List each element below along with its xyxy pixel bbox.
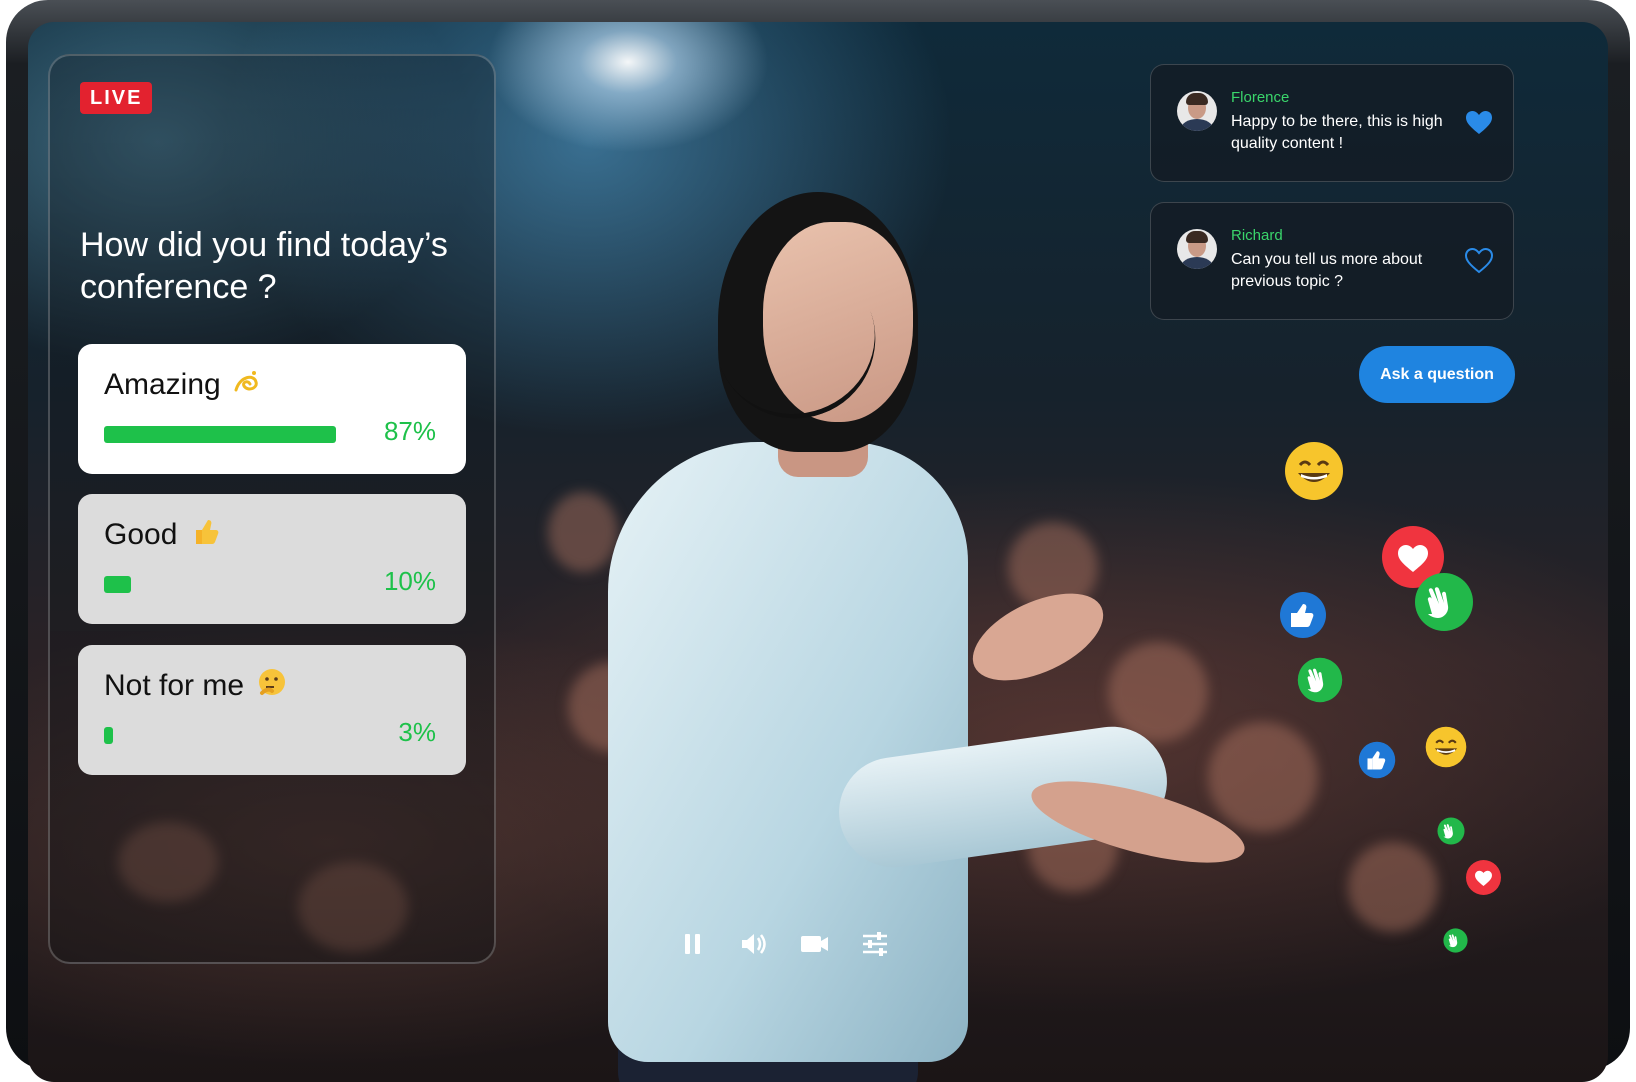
heart-filled-icon[interactable] <box>1465 110 1493 136</box>
poll-option-good[interactable]: Good 10% <box>78 494 466 624</box>
result-bar <box>104 576 131 593</box>
crowd-blur <box>1348 842 1438 932</box>
poll-option-not-for-me[interactable]: Not for me 3% <box>78 645 466 775</box>
thinking-face-icon <box>259 669 285 695</box>
volume-icon[interactable] <box>732 922 776 966</box>
chat-message: Richard Can you tell us more about previ… <box>1150 202 1514 320</box>
thumbs-up-icon <box>1358 741 1396 779</box>
poll-option-amazing[interactable]: Amazing 87% <box>78 344 466 474</box>
clapping-hands-icon <box>1443 928 1468 953</box>
pause-icon[interactable] <box>670 922 714 966</box>
thumbs-up-icon <box>1280 592 1326 638</box>
poll-panel: LIVE How did you find today’s conference… <box>48 54 496 964</box>
poll-question: How did you find today’s conference ? <box>80 226 448 306</box>
percent-label: 87% <box>383 416 436 446</box>
option-label: Amazing <box>104 368 221 401</box>
playback-controls <box>670 922 900 966</box>
result-bar <box>104 426 336 443</box>
live-badge: LIVE <box>80 82 153 114</box>
option-label: Not for me <box>104 669 245 702</box>
clapping-hands-icon <box>1437 817 1465 845</box>
speaker-raised-hand <box>959 575 1117 699</box>
heart-outline-icon[interactable] <box>1465 248 1493 274</box>
percent-label: 3% <box>398 717 436 747</box>
percent-label: 10% <box>383 566 436 596</box>
result-bar <box>104 727 113 744</box>
grinning-face-icon <box>1285 442 1343 500</box>
chat-text: Happy to be there, this is high quality … <box>1231 113 1443 152</box>
option-label: Good <box>104 518 178 551</box>
chat-author: Richard <box>1231 227 1283 244</box>
chat-text: Can you tell us more about previous topi… <box>1231 251 1423 290</box>
ask-question-button[interactable]: Ask a question <box>1359 346 1515 403</box>
clapping-hands-icon <box>1297 657 1343 703</box>
speaker-shirt <box>608 442 968 1062</box>
grinning-face-icon <box>1425 726 1467 768</box>
clapping-hands-icon <box>1415 573 1473 631</box>
settings-sliders-icon[interactable] <box>853 922 897 966</box>
avatar <box>1177 91 1217 131</box>
thumbs-up-icon <box>196 520 219 544</box>
chat-author: Florence <box>1231 89 1290 106</box>
chat-message: Florence Happy to be there, this is high… <box>1150 64 1514 182</box>
avatar <box>1177 229 1217 269</box>
camera-icon[interactable] <box>792 922 836 966</box>
heart-icon <box>1466 860 1501 895</box>
dizzy-icon <box>234 371 258 392</box>
